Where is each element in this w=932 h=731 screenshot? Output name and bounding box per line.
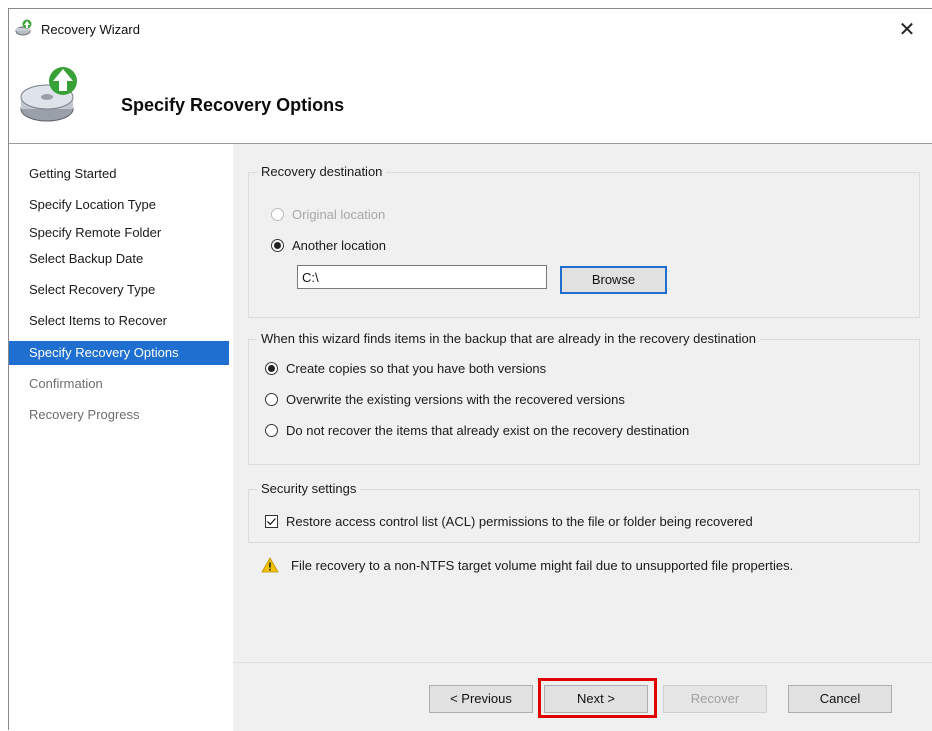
ntfs-warning: File recovery to a non-NTFS target volum… [261, 557, 793, 573]
create-copies-label: Create copies so that you have both vers… [286, 361, 547, 376]
nav-step-select-recovery-type[interactable]: Select Recovery Type [9, 278, 229, 302]
nav-step-recovery-progress: Recovery Progress [29, 407, 140, 422]
nav-step-specify-recovery-options[interactable]: Specify Recovery Options [9, 341, 229, 365]
another-location-radio[interactable]: Another location [271, 238, 386, 253]
footer-divider [233, 662, 932, 663]
destination-path-input[interactable] [297, 265, 547, 289]
nav-step-getting-started[interactable]: Getting Started [9, 162, 229, 186]
nav-step-select-backup-date[interactable]: Select Backup Date [9, 247, 229, 271]
nav-step-specify-remote-folder[interactable]: Specify Remote Folder [9, 221, 229, 245]
nav-step-confirmation: Confirmation [29, 376, 103, 391]
conflict-handling-title: When this wizard finds items in the back… [257, 331, 760, 346]
another-location-label: Another location [292, 238, 386, 253]
previous-button[interactable]: < Previous [429, 685, 533, 713]
skip-existing-label: Do not recover the items that already ex… [286, 423, 690, 438]
radio-indicator [271, 208, 284, 221]
radio-indicator [265, 424, 278, 437]
options-panel: Recovery destination Original location A… [233, 144, 932, 731]
backup-app-icon [15, 19, 33, 37]
overwrite-label: Overwrite the existing versions with the… [286, 392, 625, 407]
wizard-steps-nav: Getting Started Specify Location Type Sp… [9, 144, 229, 731]
nav-step-select-items[interactable]: Select Items to Recover [9, 309, 229, 333]
original-location-radio: Original location [271, 207, 385, 222]
nav-step-specify-location-type[interactable]: Specify Location Type [9, 193, 229, 217]
security-settings-group: Security settings Restore access control… [248, 481, 920, 543]
original-location-label: Original location [292, 207, 386, 222]
page-title: Specify Recovery Options [121, 95, 345, 115]
recovery-wizard-window: Recovery Wizard ✕ Specify Recovery Optio… [8, 8, 932, 731]
warning-text: File recovery to a non-NTFS target volum… [291, 557, 794, 573]
radio-indicator [271, 239, 284, 252]
security-settings-title: Security settings [257, 481, 361, 496]
conflict-handling-group: When this wizard finds items in the back… [248, 331, 920, 465]
cancel-button[interactable]: Cancel [788, 685, 892, 713]
next-button[interactable]: Next > [544, 685, 648, 713]
checkbox-indicator [265, 515, 278, 528]
skip-existing-radio[interactable]: Do not recover the items that already ex… [265, 423, 689, 438]
radio-indicator [265, 393, 278, 406]
warning-icon [261, 557, 279, 573]
recovery-destination-group: Recovery destination Original location A… [248, 164, 920, 318]
radio-indicator [265, 362, 278, 375]
close-button[interactable]: ✕ [890, 13, 924, 47]
overwrite-radio[interactable]: Overwrite the existing versions with the… [265, 392, 625, 407]
recovery-drive-icon [17, 59, 97, 131]
recovery-destination-title: Recovery destination [257, 164, 387, 179]
create-copies-radio[interactable]: Create copies so that you have both vers… [265, 361, 546, 376]
checkmark-icon [267, 518, 276, 526]
window-title: Recovery Wizard [41, 22, 140, 37]
browse-button[interactable]: Browse [560, 266, 667, 294]
title-bar: Recovery Wizard ✕ [9, 9, 932, 51]
restore-acl-label: Restore access control list (ACL) permis… [286, 514, 753, 529]
recover-button: Recover [663, 685, 767, 713]
wizard-header: Specify Recovery Options [9, 51, 932, 143]
restore-acl-checkbox[interactable]: Restore access control list (ACL) permis… [265, 514, 753, 529]
